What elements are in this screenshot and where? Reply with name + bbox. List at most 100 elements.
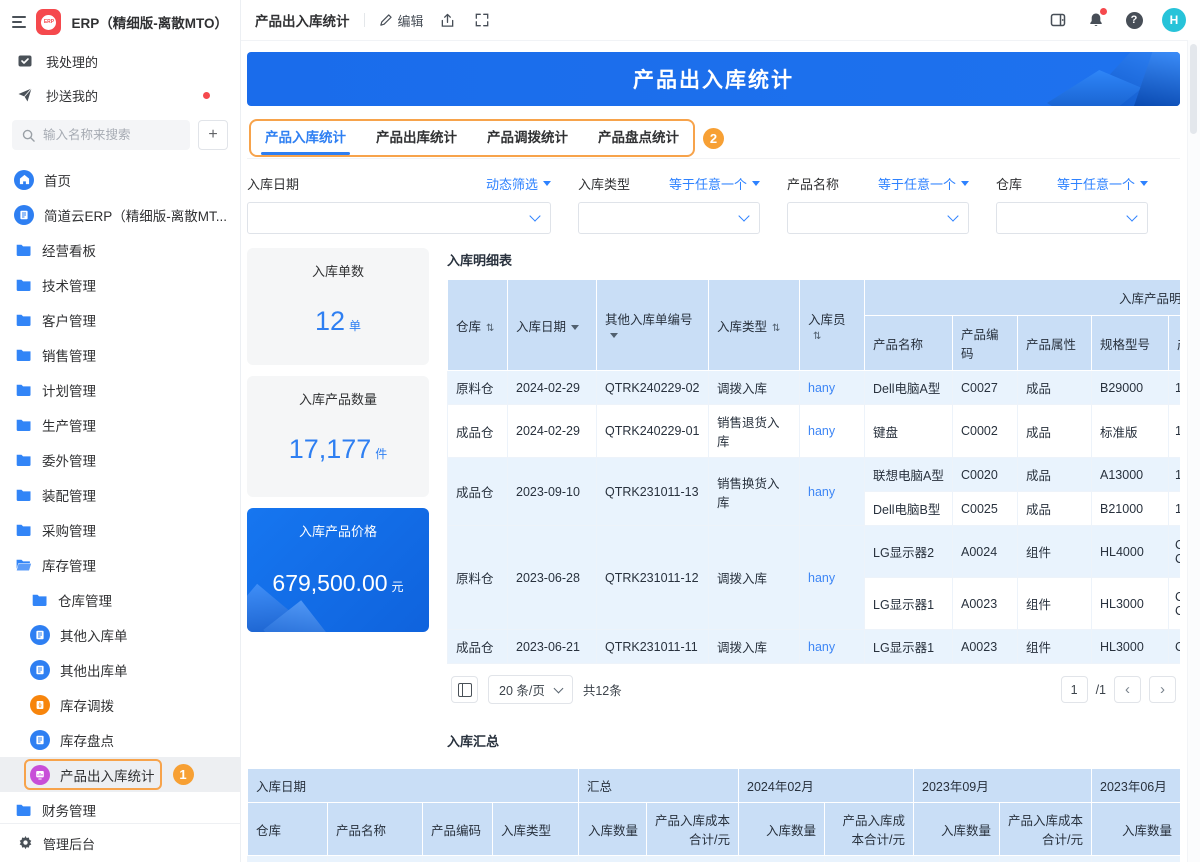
table-row[interactable]: 成品仓2024-02-29QTRK240229-01销售退货入库hany键盘C0… (448, 405, 1181, 458)
panel-toggle-icon[interactable] (1048, 10, 1068, 30)
column-header[interactable]: 仓库 (248, 803, 328, 856)
sidebar-item-entry[interactable]: 其他出库单 (0, 652, 240, 687)
app-logo-icon[interactable]: ERP (36, 9, 61, 35)
sidebar-item-entry[interactable]: 计划管理 (0, 372, 240, 407)
tab-3[interactable]: 产品调拨统计 (487, 121, 568, 155)
sidebar-item-my-tasks[interactable]: 我处理的 (0, 44, 240, 78)
filter-operator-dropdown[interactable]: 等于任意一个 (1057, 174, 1148, 193)
operator-link[interactable]: hany (800, 630, 865, 664)
pager: 1 /1 ‹ › (1061, 676, 1176, 703)
filter-select[interactable] (247, 202, 551, 234)
sidebar-item-entry[interactable]: 委外管理 (0, 442, 240, 477)
stat-card-inbound-orders: 入库单数 12单 (247, 248, 429, 365)
stat-title: 入库单数 (312, 261, 364, 280)
sidebar-item-entry[interactable]: 财务管理 (0, 792, 240, 823)
operator-link[interactable]: hany (800, 458, 865, 526)
sidebar-item-entry[interactable]: 技术管理 (0, 267, 240, 302)
column-header[interactable]: 入库数量 (579, 803, 647, 856)
column-header[interactable]: 规格型号 (1092, 316, 1169, 371)
cell: C0025 (953, 492, 1018, 526)
scrollbar-thumb[interactable] (1190, 44, 1197, 134)
operator-link[interactable]: hany (800, 526, 865, 630)
sidebar-item-admin-console[interactable]: 管理后台 (0, 823, 240, 862)
cell: - (1092, 856, 1180, 862)
column-header[interactable]: 入库数量 (914, 803, 1000, 856)
current-page-box[interactable]: 1 (1061, 676, 1088, 703)
sidebar-item-entry[interactable]: 客户管理 (0, 302, 240, 337)
column-settings-button[interactable] (451, 676, 478, 703)
column-header[interactable]: 入库类型⇅ (709, 280, 800, 371)
sidebar-item-entry[interactable]: 生产管理 (0, 407, 240, 442)
column-header[interactable]: 产品名称 (865, 316, 953, 371)
sidebar-item-entry[interactable]: 销售管理 (0, 337, 240, 372)
tab-2[interactable]: 产品出库统计 (376, 121, 457, 155)
column-header[interactable]: 产品名称 (328, 803, 423, 856)
sort-icon[interactable]: ⇅ (813, 331, 821, 342)
column-header[interactable]: 产品数量 (1169, 316, 1181, 371)
column-header[interactable]: 入库数量 (1092, 803, 1180, 856)
filter-select[interactable] (578, 202, 760, 234)
column-header[interactable]: 入库日期 (508, 280, 597, 371)
operator-link[interactable]: hany (800, 405, 865, 458)
sidebar-item-cc-me[interactable]: 抄送我的 (0, 78, 240, 112)
sidebar-item-entry[interactable]: 仓库管理 (0, 582, 240, 617)
edit-button[interactable]: 编辑 (379, 11, 424, 30)
column-header[interactable]: 入库类型 (493, 803, 579, 856)
filter-select[interactable] (787, 202, 969, 234)
sidebar-item-selected[interactable]: 产品出入库统计1 (0, 757, 240, 792)
sidebar-item-entry[interactable]: 装配管理 (0, 477, 240, 512)
column-header[interactable]: 其他入库单编号 (597, 280, 709, 371)
column-header[interactable]: 产品编码 (423, 803, 493, 856)
sort-icon[interactable]: ⇅ (486, 323, 494, 334)
column-header[interactable]: 产品入库成本合计/元 (647, 803, 739, 856)
sidebar-item-label: 首页 (44, 170, 71, 190)
sidebar-item-entry[interactable]: 经营看板 (0, 232, 240, 267)
table-row[interactable]: 原料仓2024-02-29QTRK240229-02调拨入库hanyDell电脑… (448, 371, 1181, 405)
search-input-wrap[interactable] (12, 120, 190, 150)
sidebar-item-entry[interactable]: 采购管理 (0, 512, 240, 547)
column-header[interactable]: 产品属性 (1018, 316, 1092, 371)
sidebar-collapse-icon[interactable] (12, 16, 26, 28)
sidebar-item-entry[interactable]: 库存盘点 (0, 722, 240, 757)
sidebar-item-entry[interactable]: 首页 (0, 162, 240, 197)
column-header[interactable]: 产品入库成本合计/元 (1000, 803, 1092, 856)
avatar[interactable]: H (1162, 8, 1186, 32)
folder-icon (14, 486, 32, 504)
filter-operator-dropdown[interactable]: 等于任意一个 (669, 174, 760, 193)
tab-4[interactable]: 产品盘点统计 (598, 121, 679, 155)
next-page-button[interactable]: › (1149, 676, 1176, 703)
filter-operator-dropdown[interactable]: 动态筛选 (486, 174, 551, 193)
sidebar-item-entry[interactable]: 简道云ERP（精细版-离散MT... (0, 197, 240, 232)
add-button[interactable]: + (198, 120, 228, 150)
home-icon (14, 170, 34, 190)
sort-icon[interactable]: ⇅ (772, 323, 780, 334)
bell-icon[interactable] (1086, 10, 1106, 30)
table-row[interactable]: 成品仓2023-06-21QTRK231011-11调拨入库hanyLG显示器1… (448, 630, 1181, 664)
help-icon[interactable]: ? (1124, 10, 1144, 30)
table-row[interactable]: 原料仓2023-06-28QTRK231011-12调拨入库hanyLG显示器2… (448, 526, 1181, 578)
fullscreen-button[interactable] (472, 10, 492, 30)
prev-page-button[interactable]: ‹ (1114, 676, 1141, 703)
table-row[interactable]: 原料仓雷蛇键盘A0021期初入库1004,200.00----- (248, 856, 1181, 862)
sidebar-item-entry[interactable]: 其他入库单 (0, 617, 240, 652)
column-header[interactable]: 入库员⇅ (800, 280, 865, 371)
column-header[interactable]: 产品编码 (953, 316, 1018, 371)
filter-arrow-icon[interactable] (610, 333, 618, 338)
filter-operator-dropdown[interactable]: 等于任意一个 (878, 174, 969, 193)
search-input[interactable] (41, 127, 181, 143)
filter-arrow-icon[interactable] (571, 325, 579, 330)
column-header[interactable]: 入库数量 (739, 803, 825, 856)
sidebar-item-label: 其他出库单 (60, 660, 128, 680)
sidebar-item-entry[interactable]: 库存调拨 (0, 687, 240, 722)
table-row[interactable]: 成品仓2023-09-10QTRK231011-13销售换货入库hany联想电脑… (448, 458, 1181, 492)
column-header[interactable]: 仓库⇅ (448, 280, 508, 371)
column-header[interactable]: 产品入库成本合计/元 (825, 803, 914, 856)
filter-select[interactable] (996, 202, 1148, 234)
operator-link[interactable]: hany (800, 371, 865, 405)
tab-1[interactable]: 产品入库统计 (265, 121, 346, 155)
cell-quantity: CC (1169, 578, 1181, 630)
scrollbar[interactable] (1187, 40, 1200, 862)
sidebar-item-entry[interactable]: 库存管理 (0, 547, 240, 582)
share-button[interactable] (438, 10, 458, 30)
page-size-select[interactable]: 20 条/页 (488, 675, 573, 704)
